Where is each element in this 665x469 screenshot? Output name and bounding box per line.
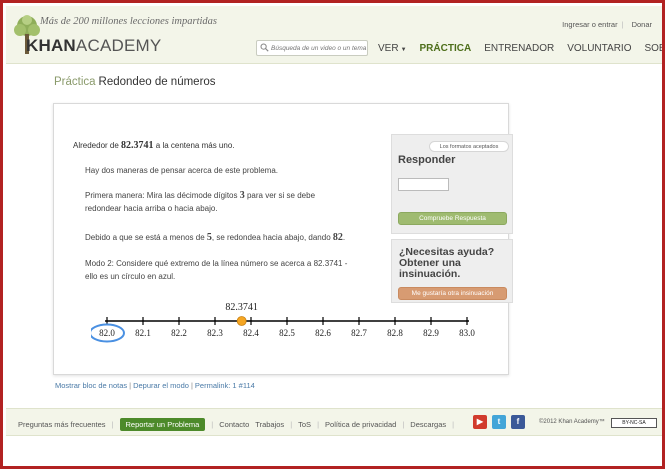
cc-license-badge[interactable]: BY-NC-SA: [611, 418, 657, 428]
hint-3-mid: , se redondea hacia abajo, dando: [211, 233, 331, 242]
hint-3-result: 82: [332, 232, 343, 243]
nav-ver-label: VER: [378, 43, 399, 54]
number-line-tick-label: 82.1: [135, 328, 151, 338]
check-answer-button[interactable]: Compruebe Respuesta: [398, 212, 507, 225]
hint-2-line2: redondear hacia arriba o hacia abajo.: [85, 204, 218, 213]
footer-links: Preguntas más frecuentes | Reportar un P…: [18, 418, 460, 431]
accepted-formats-button[interactable]: Los formatos aceptados: [429, 141, 509, 152]
hint-3-pre: Debido a que se está a menos de: [85, 233, 205, 242]
hint-2: Primera manera: Mira las décimode dígito…: [85, 189, 315, 215]
page-title: Práctica Redondeo de números: [54, 76, 216, 88]
search-input[interactable]: [271, 41, 367, 55]
logo-brand-bold: KHAN: [26, 36, 76, 55]
login-link[interactable]: Ingresar o entrar: [562, 20, 617, 29]
copyright: ©2012 Khan Academy™: [539, 419, 605, 425]
faq-link[interactable]: Preguntas más frecuentes: [18, 420, 106, 429]
number-line-tick-label: 83.0: [459, 328, 475, 338]
number-line-tick-label: 82.6: [315, 328, 331, 338]
answer-input[interactable]: [398, 178, 449, 191]
logo-brand-rest: ACADEMY: [75, 36, 162, 55]
breadcrumb[interactable]: Práctica: [54, 76, 96, 88]
hint-2-pre: Primera manera: Mira las décimode dígito…: [85, 191, 238, 200]
downloads-link[interactable]: Descargas: [410, 420, 446, 429]
footer-separator: |: [211, 420, 214, 429]
help-panel: ¿Necesitas ayuda? Obtener una insinuació…: [391, 239, 513, 303]
number-line-tick-label: 82.9: [423, 328, 439, 338]
privacy-link[interactable]: Política de privacidad: [325, 420, 396, 429]
link-separator: |: [129, 381, 132, 390]
hint-3-post: .: [342, 233, 346, 242]
number-line-tick-label: 82.5: [279, 328, 295, 338]
value-marker: [236, 316, 247, 326]
hint-2-post: para ver si se debe: [246, 191, 316, 200]
footer-separator: |: [452, 420, 455, 429]
problem-statement: Alrededor de 82.3741 a la centena más un…: [73, 140, 235, 151]
main-nav: VER▼ PRÁCTICA ENTRENADOR VOLUNTARIO SOBR…: [378, 43, 662, 54]
hint-1: Hay dos maneras de pensar acerca de este…: [85, 166, 278, 175]
footer-separator: |: [290, 420, 293, 429]
search-box[interactable]: [256, 40, 368, 56]
logo-wordmark: KHANACADEMY: [26, 36, 161, 56]
tos-link[interactable]: ToS: [298, 420, 311, 429]
footer-separator: |: [317, 420, 320, 429]
question-post: a la centena más uno.: [155, 141, 235, 150]
value-marker-label: 82.3741: [225, 302, 258, 313]
debug-mode-link[interactable]: Depurar el modo: [133, 381, 189, 390]
number-line-tick-label: 82.7: [351, 328, 367, 338]
youtube-icon[interactable]: ▶: [473, 415, 487, 429]
number-line-tick-label: 82.3: [207, 328, 223, 338]
help-title: ¿Necesitas ayuda? Obtener una insinuació…: [399, 246, 495, 280]
link-separator: |: [190, 381, 193, 390]
nav-sobre[interactable]: SOBRE: [644, 43, 662, 54]
nav-practica[interactable]: PRÁCTICA: [420, 43, 472, 54]
top-links: Ingresar o entrar | Donar: [558, 20, 652, 29]
number-line-tick-label: 82.2: [171, 328, 187, 338]
chevron-down-icon: ▼: [400, 47, 407, 53]
top-links-separator: |: [621, 20, 624, 29]
footer-separator: |: [402, 420, 405, 429]
hint-3: Debido a que se está a menos de 5, se re…: [85, 231, 345, 244]
footer-separator: |: [111, 420, 114, 429]
question-number: 82.3741: [121, 140, 154, 151]
hint-button[interactable]: Me gustaría otra insinuación: [398, 287, 507, 300]
nav-ver[interactable]: VER ▼: [378, 43, 407, 54]
permalink-link[interactable]: Permalink: 1 #114: [195, 381, 255, 390]
scratchpad-link[interactable]: Mostrar bloc de notas: [55, 381, 127, 390]
site-header: Más de 200 millones lecciones impartidas…: [6, 6, 662, 64]
exercise-links: Mostrar bloc de notas | Depurar el modo | Pe…: [55, 381, 255, 390]
number-line-tick-label: 82.4: [243, 328, 259, 338]
answer-title: Responder: [398, 154, 456, 166]
report-problem-button[interactable]: Reportar un Problema: [119, 418, 206, 431]
nav-voluntario[interactable]: VOLUNTARIO: [567, 43, 631, 54]
jobs-link[interactable]: Trabajos: [255, 420, 284, 429]
question-pre: Alrededor de: [73, 141, 119, 150]
khan-academy-logo[interactable]: Más de 200 millones lecciones impartidas…: [12, 14, 217, 59]
contact-link[interactable]: Contacto: [219, 420, 249, 429]
social-links: ▶ t f: [473, 415, 530, 429]
nav-entrenador[interactable]: ENTRENADOR: [484, 43, 554, 54]
number-line-tick-label: 82.8: [387, 328, 403, 338]
hint-2-number: 3: [239, 190, 245, 201]
number-line: 82.0 82.1 82.2 82.3 82.4 82.5 82.6 82.7 82.8 82.9…: [91, 302, 475, 343]
number-line-tick-label: 82.0: [99, 328, 115, 338]
facebook-icon[interactable]: f: [511, 415, 525, 429]
page-frame: Más de 200 millones lecciones impartidas…: [0, 0, 665, 469]
search-icon: [260, 43, 269, 52]
site-footer: Preguntas más frecuentes | Reportar un P…: [6, 408, 662, 436]
hint-4-line1: Modo 2: Considere qué extremo de la líne…: [85, 259, 348, 268]
answer-panel: Los formatos aceptados Responder Comprue…: [391, 134, 513, 234]
twitter-icon[interactable]: t: [492, 415, 506, 429]
hint-4: Modo 2: Considere qué extremo de la líne…: [85, 257, 347, 283]
exercise-title: Redondeo de números: [98, 76, 216, 88]
hint-4-line2: ello es un círculo en azul.: [85, 272, 176, 281]
donate-link[interactable]: Donar: [632, 20, 652, 29]
logo-tagline: Más de 200 millones lecciones impartidas: [40, 16, 218, 27]
